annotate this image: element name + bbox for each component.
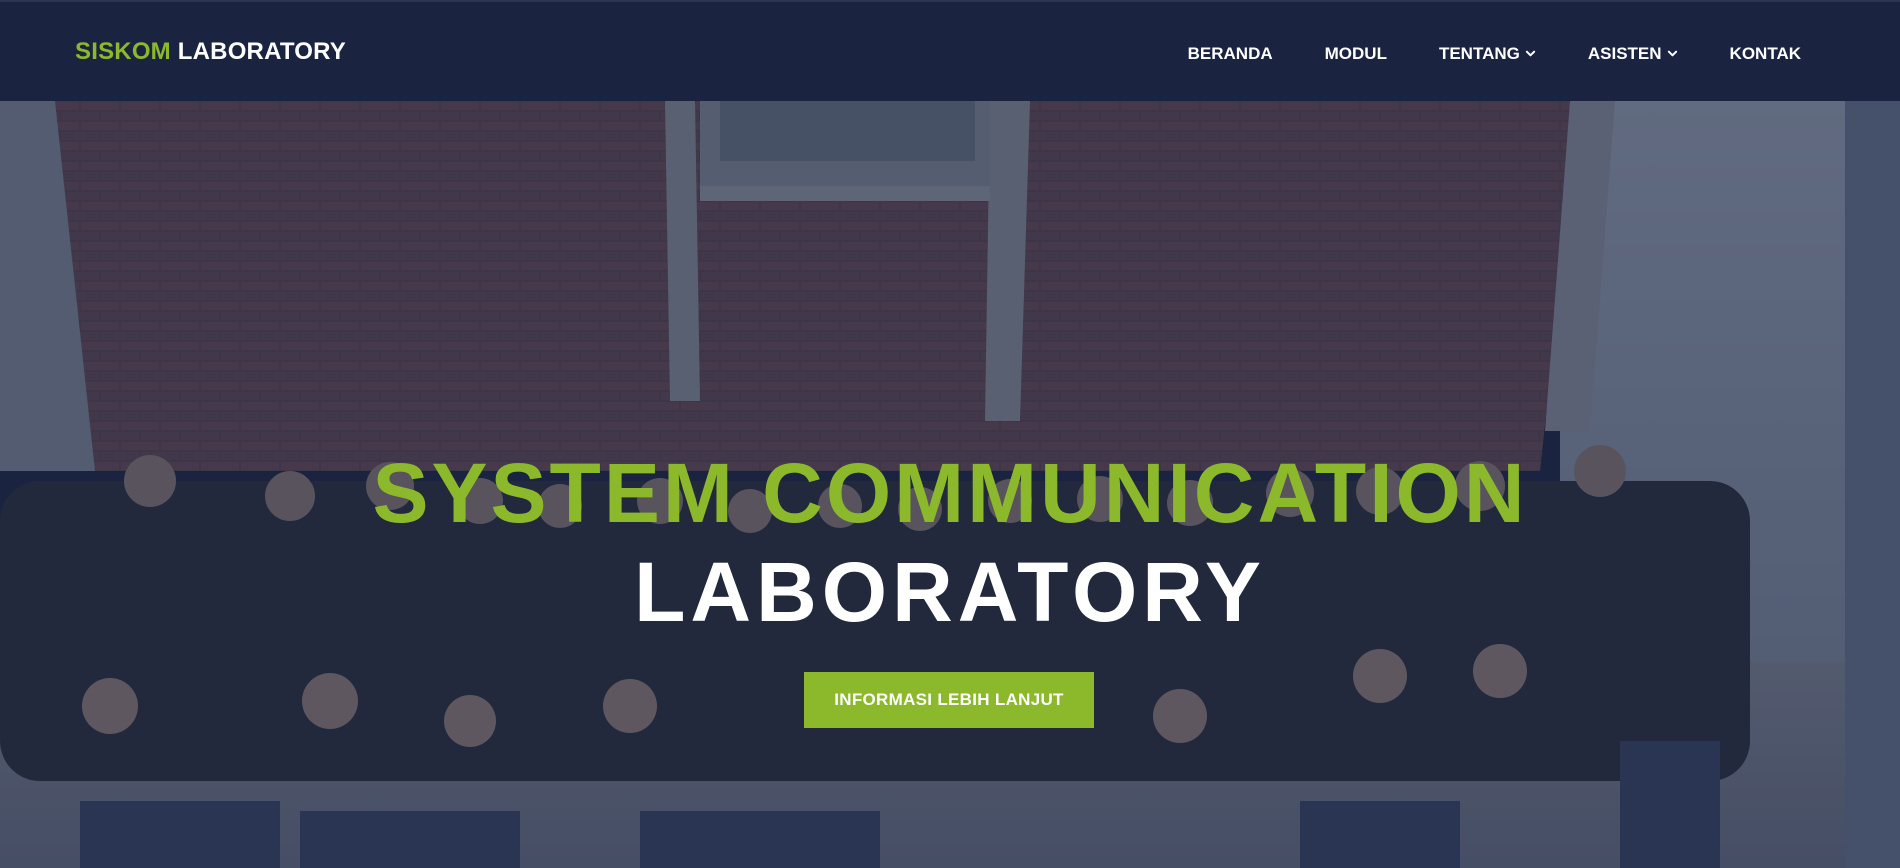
brand-accent-text: SISKOM (75, 38, 171, 65)
chevron-down-icon (1525, 50, 1536, 56)
hero-title-line2: LABORATORY (634, 545, 1266, 639)
top-navbar: SISKOM LABORATORY BERANDA MODUL TENTANG … (0, 0, 1900, 101)
hero-section: SYSTEM COMMUNICATION LABORATORY INFORMAS… (0, 101, 1900, 868)
main-nav: BERANDA MODUL TENTANG ASISTEN KONTAK (1188, 44, 1801, 64)
nav-item-beranda[interactable]: BERANDA (1188, 44, 1273, 64)
nav-item-tentang[interactable]: TENTANG (1439, 44, 1536, 64)
nav-item-asisten[interactable]: ASISTEN (1588, 44, 1678, 64)
nav-item-modul[interactable]: MODUL (1325, 44, 1387, 64)
hero-title-line1: SYSTEM COMMUNICATION (372, 446, 1528, 540)
nav-item-label: TENTANG (1438, 44, 1520, 63)
more-info-button[interactable]: INFORMASI LEBIH LANJUT (804, 672, 1094, 728)
nav-item-label: ASISTEN (1587, 44, 1662, 63)
brand-text: LABORATORY (177, 38, 346, 65)
nav-item-label: MODUL (1324, 44, 1387, 63)
nav-item-kontak[interactable]: KONTAK (1730, 44, 1801, 64)
nav-item-label: BERANDA (1187, 44, 1273, 63)
chevron-down-icon (1667, 50, 1677, 56)
page: SISKOM LABORATORY BERANDA MODUL TENTANG … (0, 0, 1900, 868)
brand-logo[interactable]: SISKOM LABORATORY (75, 38, 346, 66)
nav-item-label: KONTAK (1729, 44, 1801, 63)
